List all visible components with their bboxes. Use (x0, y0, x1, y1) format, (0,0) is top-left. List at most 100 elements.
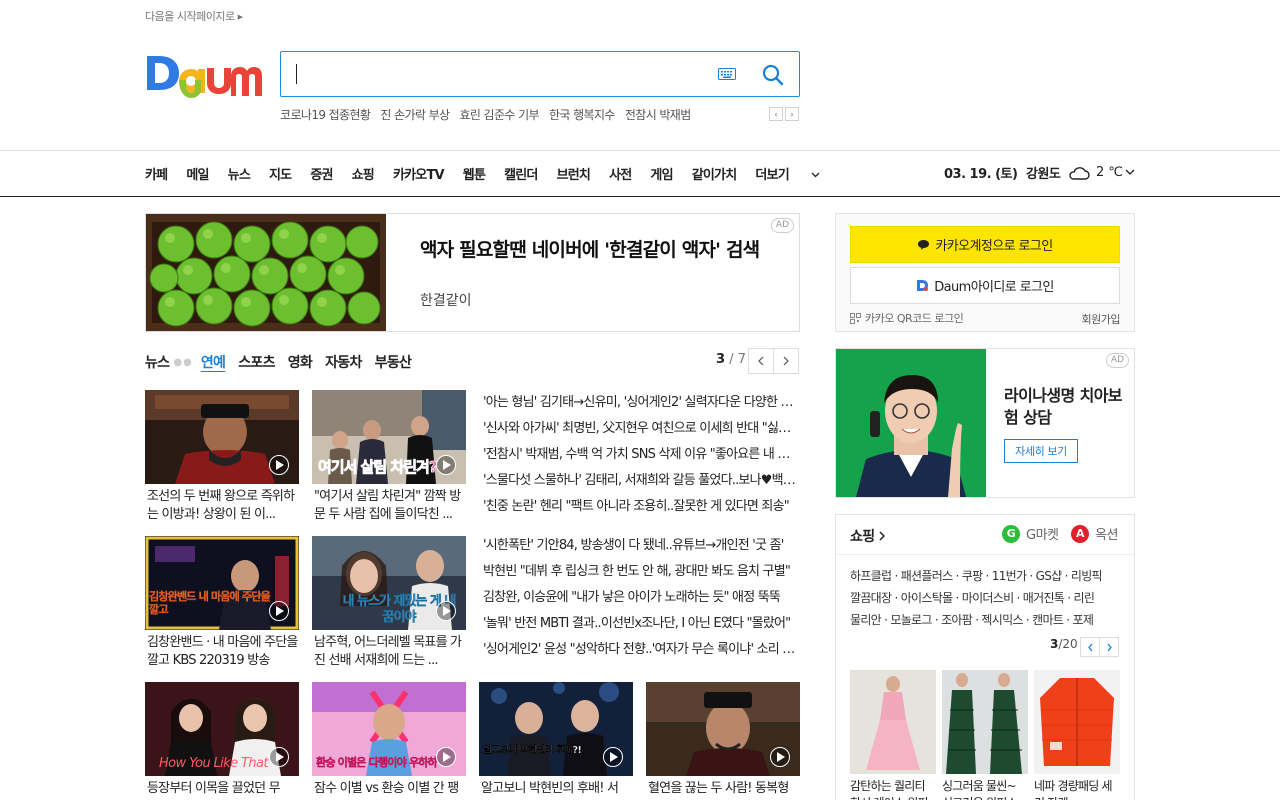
news-thumb-caption[interactable]: 등장부터 이목을 끌었던 무 (147, 780, 301, 798)
news-thumb-caption[interactable]: 혈연을 끊는 두 사람! 동복형 (648, 780, 802, 798)
headline-item[interactable]: '스물다섯 스물하나' 김태리, 서재희와 갈등 풀었다..보나♥백이진 (483, 468, 799, 494)
news-thumb[interactable]: 알고보니 박현빈의 후배?! (479, 682, 633, 776)
headline-item[interactable]: '신사와 아가씨' 최명빈, 父지현우 여친으로 이세희 반대 "싫어요" (483, 416, 799, 442)
news-thumb-caption[interactable]: 남주혁, 어느더레벨 목표를 가진 선배 서재희에 드는 ... (314, 634, 468, 670)
play-icon (436, 601, 456, 621)
news-thumb[interactable] (646, 682, 800, 776)
nav-item-kakaotv[interactable]: 카카오TV (393, 164, 445, 183)
news-next-button[interactable] (773, 348, 799, 374)
thumb-overlay-text: How You Like That (159, 756, 268, 771)
headline-item[interactable]: '놀뭐' 반전 MBTI 결과..이선빈x조나단, I 아닌 E였다 "몰랐어" (483, 611, 799, 637)
thumb-overlay-text: 환승 이별은 다행이야 우하하 (316, 756, 438, 769)
headline-item[interactable]: '아는 형님' 김기태→신유미, '싱어게인2' 실력자다운 다양한 무대 (483, 390, 799, 416)
tab-dots-icon: ●● (173, 356, 193, 368)
gmarket-link[interactable]: G G마켓 (1002, 524, 1059, 543)
daum-login-button[interactable]: Daum아이디로 로그인 (850, 267, 1120, 304)
tab-car[interactable]: 자동차 (325, 352, 362, 372)
side-ad-detail-button[interactable]: 자세히 보기 (1004, 439, 1078, 463)
qr-code-icon (850, 312, 861, 324)
shopping-prev-button[interactable] (1080, 637, 1100, 657)
ad-banner[interactable]: 액자 필요할땐 네이버에 '한결같이 액자' 검색 한결같이 AD (145, 213, 800, 332)
shopping-item-image[interactable] (1034, 670, 1120, 774)
news-thumb[interactable]: 환승 이별은 다행이야 우하하 (312, 682, 466, 776)
shopping-link-row[interactable]: 하프클럽 · 패션플러스 · 쿠팡 · 11번가 · GS샵 · 리빙픽 (850, 565, 1124, 587)
trending-keyword[interactable]: 코로나19 접종현황 (280, 106, 371, 123)
qr-login-link[interactable]: 카카오 QR코드 로그인 (850, 310, 964, 326)
shopping-title-link[interactable]: 쇼핑 (850, 526, 885, 546)
auction-link[interactable]: A 옥션 (1071, 524, 1118, 543)
signup-link[interactable]: 회원가입 (1082, 311, 1121, 327)
nav-item-stock[interactable]: 증권 (310, 164, 333, 183)
tab-realestate[interactable]: 부동산 (375, 352, 412, 372)
shopping-link-row[interactable]: 물리안 · 모놀로그 · 조아팜 · 젝시믹스 · 캔마트 · 포제 (850, 609, 1124, 631)
login-box: 카카오계정으로 로그인 Daum아이디로 로그인 카카오 QR코드 로그인 회원… (835, 213, 1135, 332)
headline-item[interactable]: '친중 논란' 헨리 "팩트 아니라 조용히..잘못한 게 있다면 죄송" (483, 494, 799, 520)
tab-entertainment[interactable]: 연예 (201, 352, 226, 372)
chevron-right-icon (1107, 643, 1112, 651)
tab-news[interactable]: 뉴스 (145, 352, 170, 372)
shopping-item-caption[interactable]: 네파 경량패딩 세컨 자켓 (1034, 778, 1120, 800)
nav-item-cafe[interactable]: 카페 (145, 164, 168, 183)
news-prev-button[interactable] (748, 348, 774, 374)
nav-item-map[interactable]: 지도 (269, 164, 292, 183)
gmarket-label: G마켓 (1026, 528, 1059, 543)
nav-item-game[interactable]: 게임 (650, 164, 673, 183)
news-thumb[interactable]: 내 뉴스가 재밌는 게 내 꿈이야 (312, 536, 466, 630)
kakao-login-button[interactable]: 카카오계정으로 로그인 (850, 226, 1120, 263)
news-thumb-caption[interactable]: 알고보니 박현빈의 후배! 서 (481, 780, 635, 798)
trending-prev-button[interactable]: ‹ (769, 107, 783, 121)
nav-item-webtoon[interactable]: 웹툰 (463, 164, 486, 183)
trending-keyword[interactable]: 효린 김준수 기부 (459, 106, 539, 123)
set-startpage-link[interactable]: 다음을 시작페이지로 ▶ (145, 8, 243, 24)
temperature-value: 2 (1096, 165, 1105, 180)
tab-movie[interactable]: 영화 (288, 352, 313, 372)
shopping-link-row[interactable]: 깔끔대장 · 아이스탁몰 · 마이더스비 · 매거진톡 · 리린 (850, 587, 1124, 609)
news-thumb[interactable]: 여기서 살림 차린겨? (312, 390, 466, 484)
keyboard-icon[interactable] (718, 68, 736, 80)
news-thumb[interactable] (145, 390, 299, 484)
shopping-page-count: 3/20 (1050, 637, 1078, 651)
news-thumb-caption[interactable]: 김창완밴드 · 내 마음에 주단을 깔고 KBS 220319 방송 (147, 634, 301, 670)
headline-item[interactable]: '전참시' 박재범, 수백 억 가치 SNS 삭제 이유 "좋아요른 내 사업" (483, 442, 799, 468)
nav-item-calendar[interactable]: 캘린더 (504, 164, 538, 183)
shopping-next-button[interactable] (1099, 637, 1119, 657)
news-thumb[interactable]: 김창완밴드 내 마음에 주단을 깔고 (145, 536, 299, 630)
shopping-item-caption[interactable]: 싱그러움 물씬~ 싱그러운 원피스 (942, 778, 1028, 800)
nav-item-news[interactable]: 뉴스 (228, 164, 251, 183)
trending-next-button[interactable]: › (785, 107, 799, 121)
speech-bubble-icon (918, 239, 930, 250)
text-caret (296, 64, 297, 84)
shopping-header: 쇼핑 G G마켓 A 옥션 (836, 515, 1134, 555)
headline-item[interactable]: 김창완, 이승윤에 "내가 낳은 아이가 노래하는 듯" 애정 뚝뚝 (483, 585, 799, 611)
headline-item[interactable]: '싱어게인2' 윤성 "성악하다 전향..'여자가 무슨 록이냐' 소리 들어" (483, 637, 799, 663)
shopping-item-caption[interactable]: 감탄하는 퀄리티 핫시 레이스 원피스 (850, 778, 936, 800)
news-thumb-caption[interactable]: "여기서 살림 차린겨" 깜짝 방문 두 사람 집에 들이닥친 ... (314, 488, 468, 524)
search-icon[interactable] (762, 64, 784, 86)
daum-logo[interactable] (145, 50, 263, 100)
news-thumb[interactable]: How You Like That (145, 682, 299, 776)
search-input[interactable] (295, 62, 695, 86)
side-ad[interactable]: 라이나생명 치아보험 상담 자세히 보기 AD (835, 348, 1135, 498)
shopping-item-image[interactable] (850, 670, 936, 774)
nav-item-brunch[interactable]: 브런치 (557, 164, 591, 183)
weather-region[interactable]: 강원도 (1026, 163, 1061, 182)
headline-item[interactable]: '시한폭탄' 기안84, 방송생이 다 됐네..유튜브→개인전 '굿 좀' (483, 533, 799, 559)
nav-more-button[interactable]: 더보기 (755, 164, 820, 183)
weather-expand-icon[interactable] (1125, 169, 1135, 175)
kakao-login-label: 카카오계정으로 로그인 (935, 239, 1053, 254)
search-box[interactable] (280, 51, 800, 97)
shopping-page-total: /20 (1058, 637, 1078, 651)
trending-keyword[interactable]: 진 손가락 부상 (380, 106, 450, 123)
tab-sports[interactable]: 스포츠 (238, 352, 275, 372)
shopping-item-image[interactable] (942, 670, 1028, 774)
trending-keyword[interactable]: 전참시 박재범 (625, 106, 691, 123)
nav-item-mail[interactable]: 메일 (186, 164, 209, 183)
headline-item[interactable]: 박현빈 "데뷔 후 립싱크 한 번도 안 해, 광대만 봐도 음치 구별" (483, 559, 799, 585)
nav-item-shopping[interactable]: 쇼핑 (352, 164, 375, 183)
nav-item-dictionary[interactable]: 사전 (609, 164, 632, 183)
trending-keyword[interactable]: 한국 행복지수 (549, 106, 615, 123)
auction-label: 옥션 (1095, 528, 1118, 543)
news-thumb-caption[interactable]: 잠수 이별 vs 환승 이별 간 팽 (314, 780, 468, 798)
news-thumb-caption[interactable]: 조선의 두 번째 왕으로 즉위하는 이방과! 상왕이 된 이... (147, 488, 301, 524)
nav-item-together[interactable]: 같이가치 (692, 164, 737, 183)
